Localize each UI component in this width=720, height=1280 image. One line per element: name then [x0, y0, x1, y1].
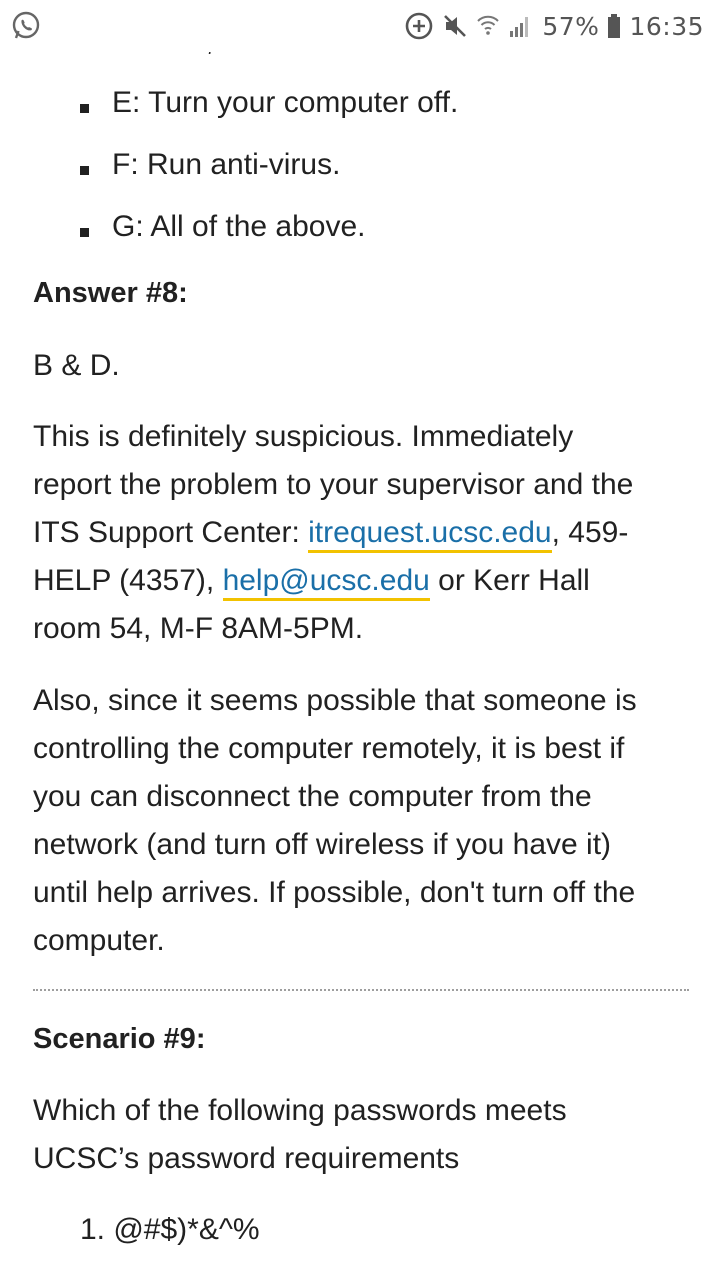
status-bar: 57% 16:35	[0, 0, 720, 52]
numbered-list-item: 1. @#$)*&^%	[80, 1213, 260, 1246]
bullet-icon	[80, 166, 89, 175]
text-fragment: ITS Support Center:	[33, 516, 309, 549]
itrequest-link[interactable]: itrequest.ucsc.edu	[308, 516, 552, 553]
answer-options-list: E: Turn your computer off. F: Run anti-v…	[80, 78, 700, 264]
clock-time: 16:35	[629, 11, 704, 41]
text-line: report the problem to your supervisor an…	[33, 468, 634, 501]
page-content: ,' E: Turn your computer off. F: Run ant…	[0, 0, 720, 1280]
answer-short-text: B & D.	[33, 349, 120, 382]
text-fragment: , 459-	[551, 516, 629, 549]
section-divider	[33, 989, 689, 991]
whatsapp-icon	[10, 10, 42, 42]
text-line: HELP (4357), help@ucsc.edu or Kerr Hall	[33, 557, 693, 605]
list-item: E: Turn your computer off.	[80, 78, 700, 140]
text-fragment: or Kerr Hall	[429, 564, 590, 597]
answer-short: B & D.	[33, 342, 693, 390]
list-item-text: G: All of the above.	[112, 210, 366, 243]
scenario-heading: Scenario #9:	[33, 1023, 206, 1055]
status-icons: 57% 16:35	[404, 8, 704, 44]
bullet-icon	[80, 228, 89, 237]
wifi-icon	[476, 13, 500, 39]
mute-icon	[442, 13, 468, 39]
scenario-question: Which of the following passwords meets U…	[33, 1087, 693, 1183]
battery-percent: 57%	[542, 11, 600, 41]
list-item: G: All of the above.	[80, 202, 700, 264]
text-line: ITS Support Center: itrequest.ucsc.edu, …	[33, 509, 693, 557]
battery-icon	[607, 13, 621, 39]
text-line: until help arrives. If possible, don't t…	[33, 876, 636, 909]
list-item-text: F: Run anti-virus.	[112, 148, 341, 181]
answer-heading: Answer #8:	[33, 277, 188, 309]
text-line: Which of the following passwords meets	[33, 1094, 567, 1127]
text-line: controlling the computer remotely, it is…	[33, 732, 625, 765]
bullet-icon	[80, 104, 89, 113]
text-line: This is definitely suspicious. Immediate…	[33, 420, 574, 453]
text-line: UCSC’s password requirements	[33, 1142, 460, 1175]
list-item-text: E: Turn your computer off.	[112, 86, 459, 119]
help-email-link[interactable]: help@ucsc.edu	[222, 564, 430, 601]
text-line: Also, since it seems possible that someo…	[33, 684, 637, 717]
text-line: you can disconnect the computer from the	[33, 780, 592, 813]
answer-explanation: This is definitely suspicious. Immediate…	[33, 413, 693, 653]
text-line: room 54, M-F 8AM-5PM.	[33, 612, 364, 645]
text-line: network (and turn off wireless if you ha…	[33, 828, 612, 861]
text-line: computer.	[33, 924, 165, 957]
text-fragment: HELP (4357),	[33, 564, 223, 597]
answer-advice: Also, since it seems possible that someo…	[33, 677, 693, 965]
list-item: F: Run anti-virus.	[80, 140, 700, 202]
signal-icon	[508, 13, 534, 39]
data-saver-icon	[404, 11, 434, 41]
